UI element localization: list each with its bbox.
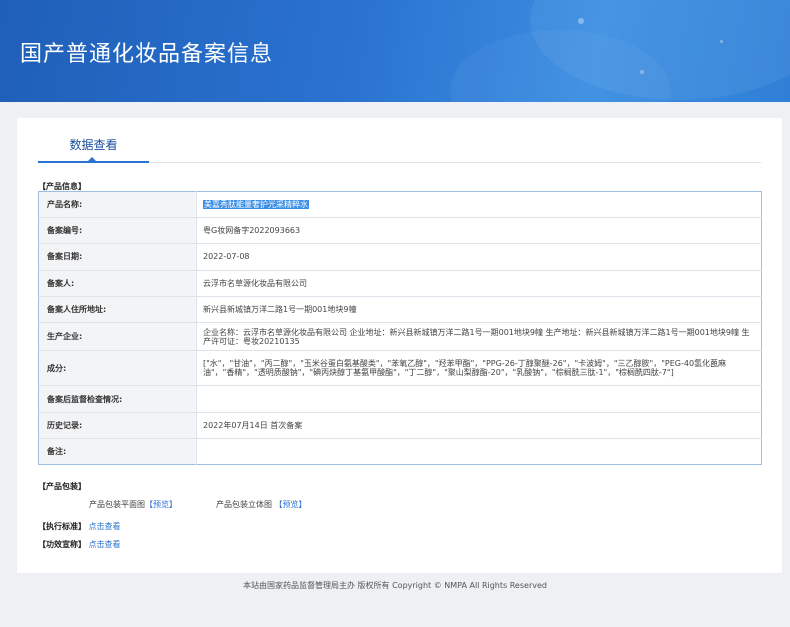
content-panel: 数据查看 【产品信息】 产品名称: 美嘉秀肽能量奢护光采精粹水 备案编号: 粤G… (17, 118, 782, 573)
tab-active-indicator (87, 157, 97, 162)
banner-dot (578, 18, 584, 24)
tab-bar: 数据查看 (38, 135, 761, 163)
row-key: 备案人住所地址: (38, 296, 197, 324)
product-name-value[interactable]: 美嘉秀肽能量奢护光采精粹水 (203, 199, 309, 209)
table-row: 成分: ["水"，"甘油"，"丙二醇"，"玉米谷蛋白氨基酸类"，"苯氧乙醇"，"… (38, 350, 762, 387)
row-key: 备案编号: (38, 217, 197, 244)
row-value: 美嘉秀肽能量奢护光采精粹水 (196, 191, 762, 218)
row-key: 生产企业: (38, 322, 197, 352)
packaging-stereo: 产品包装立体图 【预览】 (216, 499, 307, 510)
page-title: 国产普通化妆品备案信息 (20, 42, 274, 67)
header-banner: 国产普通化妆品备案信息 (0, 0, 790, 102)
tab-data-view[interactable]: 数据查看 (38, 135, 149, 163)
efficacy-label: 【功效宣称】 (38, 540, 86, 549)
table-row: 历史记录: 2022年07月14日 首次备案 (38, 412, 762, 440)
standard-label: 【执行标准】 (38, 522, 86, 531)
table-row: 备案人: 云浮市名草源化妆品有限公司 (38, 270, 762, 298)
row-key: 备案人: (38, 270, 197, 298)
packaging-flat-label: 产品包装平面图 (89, 500, 145, 509)
packaging-flat-preview-link[interactable]: 【预览】 (145, 500, 177, 509)
packaging-stereo-label: 产品包装立体图 (216, 500, 272, 509)
row-value: 企业名称：云浮市名草源化妆品有限公司 企业地址：新兴县新城镇万洋二路1号一期00… (196, 322, 762, 352)
packaging-label: 【产品包装】 (38, 482, 86, 491)
row-value (197, 439, 762, 465)
table-row: 备注: (38, 438, 762, 465)
product-info-table: 产品名称: 美嘉秀肽能量奢护光采精粹水 备案编号: 粤G妆网备字20220936… (38, 191, 762, 465)
standard-view-link[interactable]: 点击查看 (89, 522, 121, 531)
table-row: 产品名称: 美嘉秀肽能量奢护光采精粹水 (38, 191, 762, 218)
row-key: 备案后监督检查情况: (38, 385, 197, 414)
row-value: 云浮市名草源化妆品有限公司 (196, 270, 762, 298)
tab-label: 数据查看 (69, 138, 118, 152)
row-key: 备注: (38, 438, 197, 465)
row-key: 备案日期: (38, 243, 197, 271)
row-key: 历史记录: (38, 412, 197, 440)
packaging-flat: 产品包装平面图【预览】 (89, 499, 177, 510)
row-key: 成分: (38, 350, 197, 387)
row-value: ["水"，"甘油"，"丙二醇"，"玉米谷蛋白氨基酸类"，"苯氧乙醇"，"羟苯甲酯… (196, 350, 762, 387)
table-row: 备案人住所地址: 新兴县新城镇万洋二路1号一期001地块9幢 (38, 296, 762, 324)
table-row: 生产企业: 企业名称：云浮市名草源化妆品有限公司 企业地址：新兴县新城镇万洋二路… (38, 322, 762, 352)
row-value: 粤G妆网备字2022093663 (196, 217, 762, 244)
footer-copyright: 本站由国家药品监督管理局主办 版权所有 Copyright © NMPA All… (243, 581, 547, 590)
row-value: 2022年07月14日 首次备案 (196, 412, 762, 440)
efficacy-view-link[interactable]: 点击查看 (89, 540, 121, 549)
banner-dot (720, 40, 723, 43)
row-key: 产品名称: (38, 191, 197, 218)
table-row: 备案后监督检查情况: (38, 385, 762, 414)
standard-row: 【执行标准】 点击查看 (38, 521, 121, 532)
row-value (196, 385, 762, 414)
table-row: 备案编号: 粤G妆网备字2022093663 (38, 217, 762, 244)
packaging-stereo-preview-link[interactable]: 【预览】 (275, 500, 307, 509)
row-value: 新兴县新城镇万洋二路1号一期001地块9幢 (196, 296, 762, 324)
efficacy-row: 【功效宣称】 点击查看 (38, 539, 121, 550)
table-row: 备案日期: 2022-07-08 (38, 243, 762, 271)
banner-dot (640, 70, 644, 74)
row-value: 2022-07-08 (196, 243, 762, 271)
